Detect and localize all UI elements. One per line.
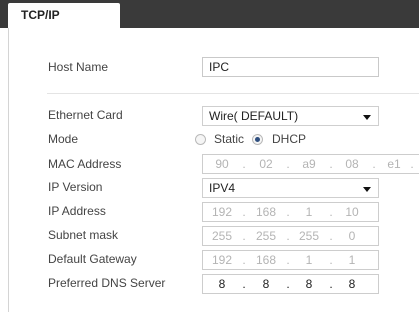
octet-separator: . [329, 253, 333, 267]
gateway-octet-2: 168 [255, 253, 277, 267]
gateway-octet-1: 192 [211, 253, 233, 267]
ip-version-label: IP Version [48, 180, 103, 194]
dns-octet-3[interactable]: 8 [294, 275, 324, 293]
subnet-mask-field: 255 . 255 . 255 . 0 [202, 226, 379, 246]
octet-separator: . [242, 205, 246, 219]
dns-octet-2[interactable]: 8 [251, 275, 281, 293]
mac-octet-2: 02 [259, 157, 273, 171]
octet-separator: . [286, 229, 290, 243]
octet-separator: . [286, 205, 290, 219]
mac-octet-3: a9 [302, 157, 316, 171]
subnet-octet-3: 255 [298, 229, 320, 243]
ethernet-card-label: Ethernet Card [48, 108, 123, 122]
octet-separator: . [372, 157, 376, 171]
mode-dhcp-radio[interactable] [252, 134, 263, 145]
octet-separator: . [329, 229, 333, 243]
ip-version-select[interactable]: IPV4 [202, 178, 379, 198]
mac-octet-4: 08 [345, 157, 359, 171]
mac-octet-1: 90 [215, 157, 229, 171]
section-divider [47, 93, 419, 94]
octet-separator: . [329, 157, 333, 171]
gateway-octet-4: 1 [348, 253, 356, 267]
tab-bar: TCP/IP [0, 0, 419, 30]
ip-version-value: IPV4 [209, 181, 236, 195]
octet-separator: . [286, 253, 290, 267]
ip-address-label: IP Address [48, 204, 106, 218]
default-gateway-label: Default Gateway [48, 252, 137, 266]
octet-separator: . [329, 205, 333, 219]
octet-separator: . [329, 277, 333, 291]
dns-octet-1[interactable]: 8 [207, 275, 237, 293]
octet-separator: . [242, 253, 246, 267]
tab-tcp-ip-label: TCP/IP [21, 8, 60, 22]
tab-tcp-ip[interactable]: TCP/IP [8, 3, 120, 30]
preferred-dns-field[interactable]: 8 . 8 . 8 . 8 [202, 274, 379, 294]
subnet-mask-label: Subnet mask [48, 228, 119, 242]
mode-dhcp-label: DHCP [272, 132, 307, 146]
gateway-octet-3: 1 [305, 253, 313, 267]
subnet-octet-1: 255 [211, 229, 233, 243]
mode-static-label: Static [214, 132, 245, 146]
host-name-input[interactable]: IPC [202, 57, 379, 77]
octet-separator: . [286, 157, 290, 171]
host-name-label: Host Name [48, 60, 109, 74]
octet-separator: . [410, 157, 414, 171]
ethernet-card-select[interactable]: Wire( DEFAULT) [202, 106, 379, 126]
default-gateway-field: 192 . 168 . 1 . 1 [202, 250, 379, 270]
mac-address-label: MAC Address [48, 157, 122, 171]
mac-octet-5: e1 [387, 157, 401, 171]
mac-address-field: 90 . 02 . a9 . 08 . e1 . [202, 154, 419, 174]
octet-separator: . [242, 277, 246, 291]
ethernet-card-value: Wire( DEFAULT) [209, 109, 299, 123]
subnet-octet-4: 0 [348, 229, 356, 243]
chevron-down-icon [363, 115, 371, 120]
octet-separator: . [242, 157, 246, 171]
ip-octet-1: 192 [211, 205, 233, 219]
ip-octet-3: 1 [305, 205, 313, 219]
ip-octet-4: 10 [345, 205, 359, 219]
subnet-octet-2: 255 [255, 229, 277, 243]
tcp-ip-settings-panel: Host Name IPC Ethernet Card Wire( DEFAUL… [8, 28, 419, 312]
preferred-dns-label: Preferred DNS Server [48, 276, 166, 290]
dns-octet-4[interactable]: 8 [337, 275, 367, 293]
chevron-down-icon [363, 187, 371, 192]
ip-octet-2: 168 [255, 205, 277, 219]
mode-static-radio[interactable] [195, 134, 206, 145]
mode-label: Mode [48, 132, 79, 146]
ip-address-field: 192 . 168 . 1 . 10 [202, 202, 379, 222]
octet-separator: . [286, 277, 290, 291]
octet-separator: . [242, 229, 246, 243]
